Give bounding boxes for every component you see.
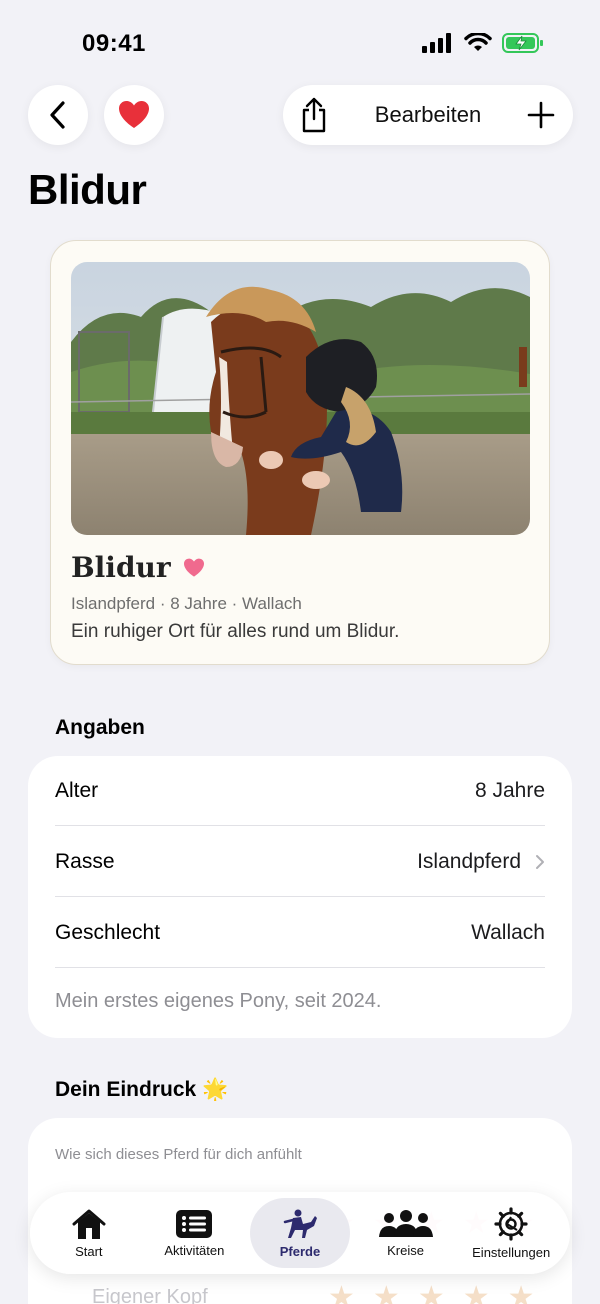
battery-charging-icon bbox=[502, 33, 543, 53]
tab-activities[interactable]: Aktivitäten bbox=[144, 1198, 244, 1268]
horse-rider-icon bbox=[283, 1209, 317, 1238]
tab-label: Start bbox=[75, 1243, 103, 1259]
details-section-title: Angaben bbox=[55, 716, 145, 739]
back-button[interactable] bbox=[28, 85, 88, 145]
detail-label: Geschlecht bbox=[55, 920, 161, 944]
signal-icon bbox=[422, 33, 451, 53]
chevron-left-icon bbox=[50, 101, 65, 129]
page-title: Blidur bbox=[28, 166, 147, 213]
people-icon bbox=[378, 1209, 433, 1237]
gear-icon bbox=[494, 1206, 528, 1241]
share-icon[interactable] bbox=[299, 97, 329, 133]
horse-profile-card[interactable]: Blidur Islandpferd · 8 Jahre · Wallach E… bbox=[50, 240, 550, 665]
tab-label: Aktivitäten bbox=[164, 1242, 225, 1258]
impression-section-title: Dein Eindruck 🌟 bbox=[55, 1078, 229, 1101]
wifi-icon bbox=[464, 33, 492, 51]
detail-row-sex: Geschlecht Wallach bbox=[55, 898, 545, 968]
detail-value: Islandpferd bbox=[417, 849, 521, 873]
star-icon[interactable]: ★ bbox=[328, 1280, 355, 1304]
tab-label: Kreise bbox=[387, 1242, 424, 1258]
detail-row-age: Alter 8 Jahre bbox=[55, 756, 545, 826]
horse-name-row: Blidur bbox=[71, 551, 205, 584]
impression-subtitle: Wie sich dieses Pferd für dich anfühlt bbox=[55, 1146, 302, 1163]
tab-settings[interactable]: Einstellungen bbox=[461, 1198, 561, 1268]
chevron-right-icon bbox=[536, 854, 544, 869]
tab-bar: Start Aktivitäten Pferde Kreise Einstell… bbox=[30, 1192, 570, 1274]
star-icon[interactable]: ★ bbox=[508, 1280, 535, 1304]
impression-row-label: Eigener Kopf bbox=[92, 1286, 208, 1304]
horse-photo bbox=[71, 262, 530, 535]
detail-value: 8 Jahre bbox=[474, 778, 545, 802]
house-icon bbox=[72, 1209, 106, 1239]
horse-meta: Islandpferd · 8 Jahre · Wallach bbox=[71, 594, 302, 613]
detail-label: Rasse bbox=[55, 849, 115, 873]
star-icon[interactable]: ★ bbox=[418, 1280, 445, 1304]
star-icon[interactable]: ★ bbox=[373, 1280, 400, 1304]
details-card: Alter 8 Jahre Rasse Islandpferd Geschlec… bbox=[28, 756, 572, 1038]
detail-value: Wallach bbox=[471, 920, 545, 944]
favorite-button[interactable] bbox=[104, 85, 164, 145]
status-icons bbox=[422, 32, 544, 54]
tab-start[interactable]: Start bbox=[39, 1198, 139, 1268]
heart-icon bbox=[119, 101, 149, 128]
tab-label: Einstellungen bbox=[472, 1244, 551, 1260]
horse-name: Blidur bbox=[71, 551, 171, 584]
details-note: Mein erstes eigenes Pony, seit 2024. bbox=[55, 990, 382, 1012]
status-time: 09:41 bbox=[82, 30, 146, 57]
detail-label: Alter bbox=[55, 778, 99, 802]
list-icon bbox=[176, 1209, 213, 1238]
plus-icon[interactable] bbox=[527, 101, 555, 129]
toolbar-pill: Bearbeiten bbox=[283, 85, 573, 145]
star-icon[interactable]: ★ bbox=[463, 1280, 490, 1304]
rating-stars[interactable]: ★ ★ ★ ★ ★ bbox=[328, 1280, 535, 1304]
heart-icon bbox=[183, 558, 204, 577]
tab-label: Pferde bbox=[279, 1243, 321, 1259]
edit-button[interactable]: Bearbeiten bbox=[375, 102, 481, 128]
horse-description: Ein ruhiger Ort für alles rund um Blidur… bbox=[71, 621, 400, 642]
detail-row-breed[interactable]: Rasse Islandpferd bbox=[55, 827, 545, 897]
tab-horses[interactable]: Pferde bbox=[249, 1198, 350, 1268]
tab-circles[interactable]: Kreise bbox=[356, 1198, 456, 1268]
status-bar: 09:41 bbox=[0, 0, 600, 80]
